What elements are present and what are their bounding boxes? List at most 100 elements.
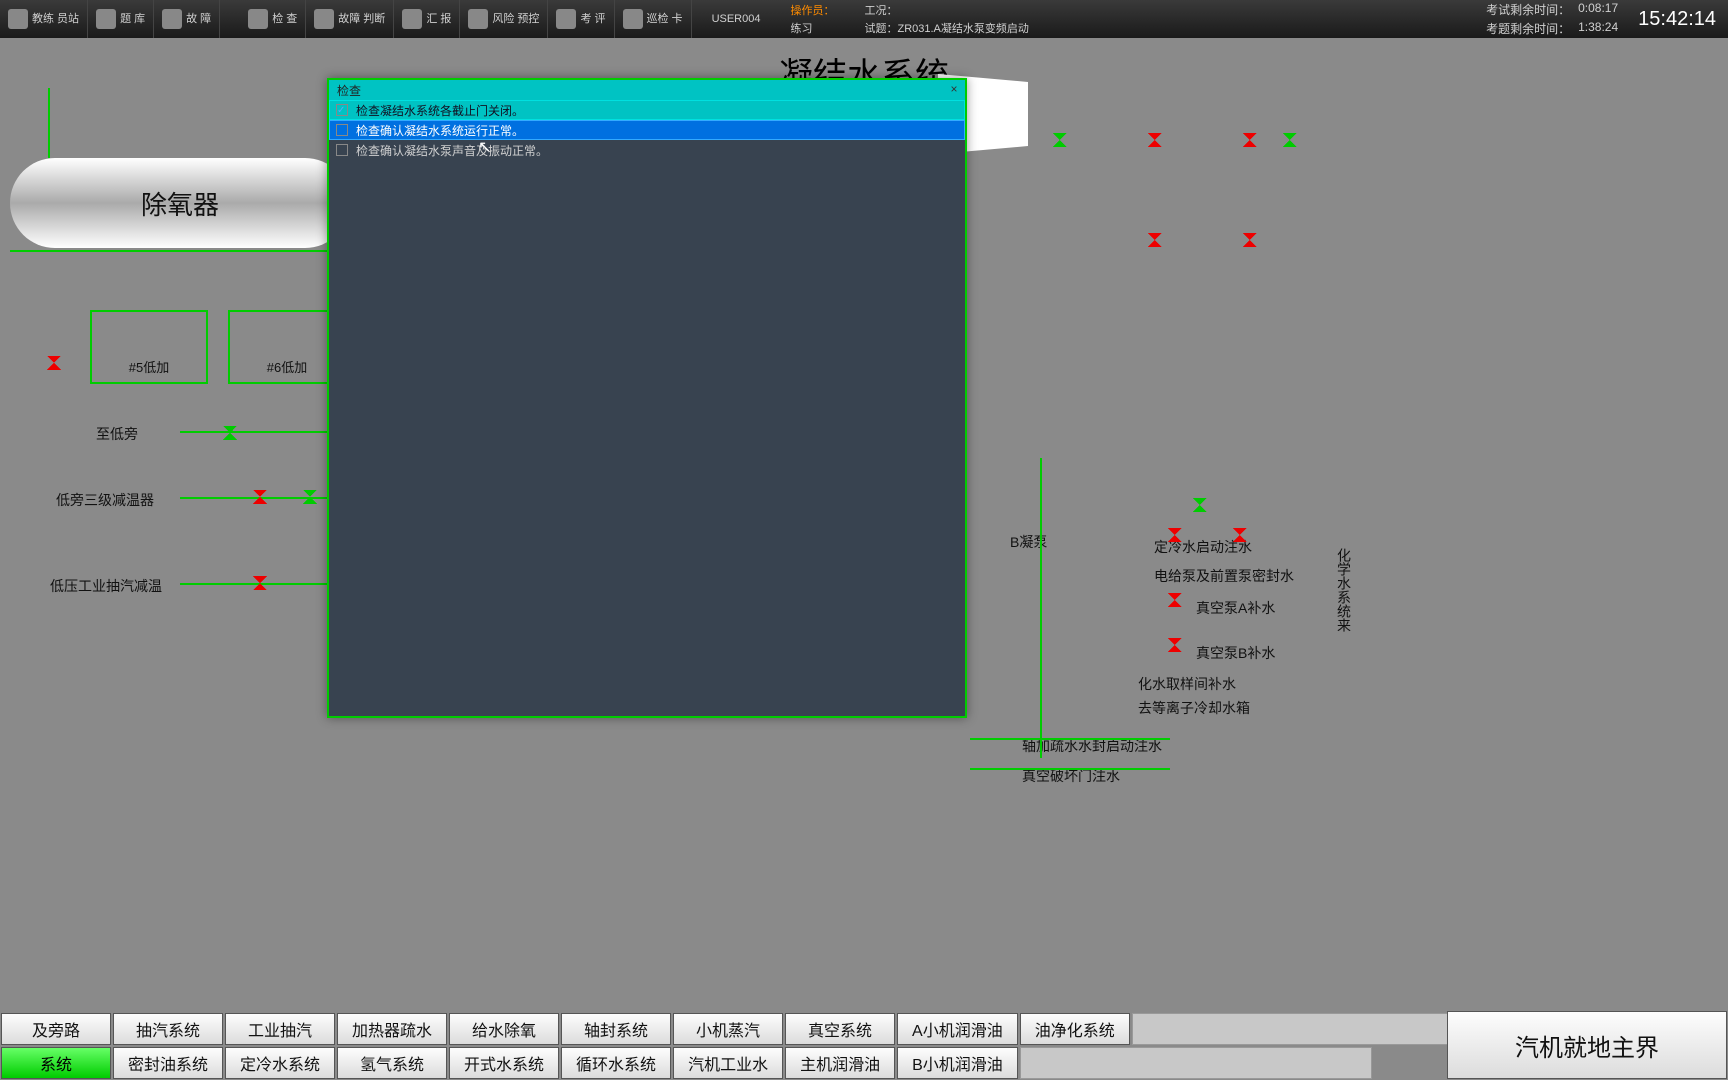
nav-btn[interactable]: 定冷水系统 (225, 1047, 335, 1079)
dialog-titlebar[interactable]: 检查 × (329, 80, 965, 100)
heater-label: #6低加 (267, 357, 307, 376)
label-low-industrial: 低压工业抽汽减温 (50, 576, 162, 596)
pipe (970, 768, 1170, 770)
report-icon (402, 9, 422, 29)
label-chem-in: 化学水系统来 (1334, 548, 1354, 632)
valve[interactable] (1240, 133, 1260, 147)
toolbar-eval[interactable]: 考 评 (548, 0, 614, 38)
valve[interactable] (1165, 638, 1185, 652)
toolbar-bank[interactable]: 题 库 (88, 0, 154, 38)
valve[interactable] (1145, 133, 1165, 147)
fault-icon (162, 9, 182, 29)
nav-btn[interactable]: 小机蒸汽 (673, 1013, 783, 1045)
checklist: 检查凝结水系统各截止门关闭。 检查确认凝结水系统运行正常。 检查确认凝结水泵声音… (329, 100, 965, 160)
toolbar-label: 教练 员站 (32, 13, 79, 25)
valve[interactable] (1165, 528, 1185, 542)
close-icon[interactable]: × (947, 82, 961, 96)
nav-btn[interactable]: 加热器疏水 (337, 1013, 447, 1045)
toolbar-report[interactable]: 汇 报 (394, 0, 460, 38)
valve[interactable] (1280, 133, 1300, 147)
label-chemwater-sample: 化水取样间补水 (1138, 674, 1236, 694)
pipe (180, 431, 340, 433)
toolbar-patrol[interactable]: 巡检 卡 (615, 0, 692, 38)
valve[interactable] (1230, 528, 1250, 542)
nav-btn[interactable]: 给水除氧 (449, 1013, 559, 1045)
nav-btn[interactable]: 密封油系统 (113, 1047, 223, 1079)
toolbar-risk[interactable]: 风险 预控 (460, 0, 548, 38)
valve[interactable] (250, 576, 270, 590)
checklist-item[interactable]: 检查凝结水系统各截止门关闭。 (329, 100, 965, 120)
checkbox-icon[interactable] (336, 144, 348, 156)
nav-btn[interactable]: 开式水系统 (449, 1047, 559, 1079)
pipe (970, 738, 1170, 740)
label-ion-cooling: 去等离子冷却水箱 (1138, 698, 1250, 718)
nav-btn[interactable]: 氢气系统 (337, 1047, 447, 1079)
dialog-title: 检查 (337, 82, 361, 99)
valve[interactable] (1165, 593, 1185, 607)
nav-btn[interactable]: 汽机工业水 (673, 1047, 783, 1079)
valve[interactable] (1050, 133, 1070, 147)
nav-placeholder (1020, 1047, 1373, 1079)
alarm-icon (314, 9, 334, 29)
nav-btn-active[interactable]: 系统 (1, 1047, 111, 1079)
bottom-row-1: 及旁路 抽汽系统 工业抽汽 加热器疏水 给水除氧 轴封系统 小机蒸汽 真空系统 … (0, 1012, 1728, 1046)
nav-btn[interactable]: 抽汽系统 (113, 1013, 223, 1045)
nav-btn[interactable]: 真空系统 (785, 1013, 895, 1045)
top-toolbar: 教练 员站 题 库 故 障 检 查 故障 判断 汇 报 风险 预控 考 评 巡检… (0, 0, 1728, 38)
checklist-item[interactable]: 检查确认凝结水系统运行正常。 (329, 120, 965, 140)
nav-btn[interactable]: 主机润滑油 (785, 1047, 895, 1079)
heater-label: #5低加 (129, 357, 169, 376)
label-feedpump-seal: 电给泵及前置泵密封水 (1154, 566, 1294, 586)
nav-btn[interactable]: 轴封系统 (561, 1013, 671, 1045)
search-icon (248, 9, 268, 29)
pipe (48, 88, 50, 158)
time-zone: 考试剩余时间：0:08:17 考题剩余时间：1:38:24 15:42:14 (1486, 0, 1728, 38)
nav-btn[interactable]: 油净化系统 (1020, 1013, 1130, 1045)
toolbar-judge[interactable]: 故障 判断 (306, 0, 394, 38)
nav-main-screen[interactable]: 汽机就地主界 (1447, 1011, 1727, 1079)
valve[interactable] (1190, 498, 1210, 512)
toolbar-coach[interactable]: 教练 员站 (0, 0, 88, 38)
pipe (10, 250, 340, 252)
user-zone: USER004 操作员： 练习 工况： 试题：ZR031.A凝结水泵变频启动 (692, 0, 1049, 38)
checklist-item[interactable]: 检查确认凝结水泵声音及振动正常。 (329, 140, 965, 160)
clipboard-icon (623, 9, 643, 29)
toolbar-label: 考 评 (580, 13, 605, 25)
nav-btn[interactable]: A小机润滑油 (897, 1013, 1018, 1045)
nav-btn[interactable]: 及旁路 (1, 1013, 111, 1045)
bottom-nav: 及旁路 抽汽系统 工业抽汽 加热器疏水 给水除氧 轴封系统 小机蒸汽 真空系统 … (0, 1012, 1728, 1080)
checkbox-icon[interactable] (336, 124, 348, 136)
coach-icon (8, 9, 28, 29)
exam-remain-value: 0:08:17 (1578, 1, 1618, 18)
valve[interactable] (220, 426, 240, 440)
clock: 15:42:14 (1638, 8, 1716, 31)
nav-btn[interactable]: B小机润滑油 (897, 1047, 1018, 1079)
deaerator-vessel: 除氧器 (10, 158, 350, 248)
toolbar-label: 题 库 (120, 13, 145, 25)
valve[interactable] (44, 356, 64, 370)
toolbar-label: 检 查 (272, 13, 297, 25)
toolbar-check[interactable]: 检 查 (240, 0, 306, 38)
valve[interactable] (300, 490, 320, 504)
heater-5[interactable]: #5低加 (90, 310, 208, 384)
checkbox-icon[interactable] (336, 104, 348, 116)
vessel-label: 除氧器 (141, 185, 219, 222)
label-vacpump-a: 真空泵A补水 (1196, 598, 1275, 618)
toolbar-fault[interactable]: 故 障 (154, 0, 220, 38)
valve[interactable] (250, 490, 270, 504)
checklist-text: 检查确认凝结水系统运行正常。 (356, 122, 524, 139)
exam-remain-label: 考试剩余时间： (1486, 1, 1570, 18)
valve[interactable] (1145, 233, 1165, 247)
nav-btn[interactable]: 循环水系统 (561, 1047, 671, 1079)
checklist-text: 检查凝结水系统各截止门关闭。 (356, 102, 524, 119)
label-to-lowbypass: 至低旁 (96, 424, 138, 444)
mode-label: 练习 (790, 20, 834, 36)
valve[interactable] (1240, 233, 1260, 247)
nav-btn[interactable]: 工业抽汽 (225, 1013, 335, 1045)
toolbar-label: 故 障 (186, 13, 211, 25)
folder-icon (96, 9, 116, 29)
toolbar-label: 汇 报 (426, 13, 451, 25)
eval-icon (556, 9, 576, 29)
toolbar-label: 风险 预控 (492, 13, 539, 25)
gongkuang-label: 工况： (864, 2, 1028, 18)
